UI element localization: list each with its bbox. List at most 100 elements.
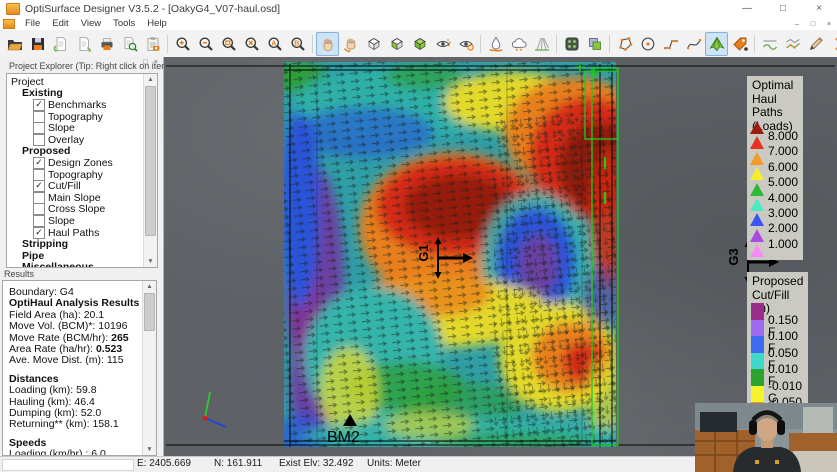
polyline-button[interactable] — [659, 32, 682, 56]
scroll-down-icon[interactable]: ▼ — [143, 444, 156, 455]
maximize-button[interactable]: □ — [765, 0, 801, 17]
unchecked-checkbox[interactable] — [33, 111, 45, 123]
zoom-extents-button[interactable] — [240, 32, 263, 56]
tree-item-benchmarks[interactable]: ✓Benchmarks — [9, 99, 143, 111]
print-icon — [99, 36, 115, 52]
export-button[interactable] — [72, 32, 95, 56]
child-minimize-button[interactable]: – — [789, 19, 805, 28]
tree-item-label: Main Slope — [48, 192, 101, 204]
tree-item-topography[interactable]: Topography — [9, 169, 143, 181]
pencil-button[interactable] — [804, 32, 827, 56]
tree-item-pipe[interactable]: Pipe — [9, 250, 143, 262]
preview-button[interactable] — [118, 32, 141, 56]
menu-tools[interactable]: Tools — [107, 18, 141, 29]
layers-button[interactable] — [583, 32, 606, 56]
scroll-up-icon[interactable]: ▲ — [144, 74, 157, 85]
section-multi-button[interactable] — [781, 32, 804, 56]
open-folder-button[interactable] — [3, 32, 26, 56]
tree-item-haul-paths[interactable]: ✓Haul Paths — [9, 227, 143, 239]
scroll-up-icon[interactable]: ▲ — [143, 281, 156, 292]
zoom-all-button[interactable]: A — [263, 32, 286, 56]
eye-dots-icon — [435, 36, 451, 52]
haul-legend-title-line: Optimal — [747, 79, 803, 93]
section-line-button[interactable] — [758, 32, 781, 56]
report-button[interactable] — [141, 32, 164, 56]
grid-cells-button[interactable] — [560, 32, 583, 56]
tree-scrollbar[interactable]: ▲ ▼ — [143, 74, 157, 267]
pan-button[interactable] — [316, 32, 339, 56]
results-line: Dumping (km): 52.0 — [9, 407, 141, 418]
tree-item-topography[interactable]: Topography — [9, 111, 143, 123]
cube-solid-button[interactable] — [408, 32, 431, 56]
scroll-thumb[interactable] — [144, 293, 155, 331]
tree-item-cut-fill[interactable]: ✓Cut/Fill — [9, 180, 143, 192]
map-viewport[interactable]: G1 G3 BM2 OptimalHaul Pat — [164, 57, 837, 457]
tree-item-miscellaneous[interactable]: Miscellaneous — [9, 262, 143, 269]
menu-edit[interactable]: Edit — [46, 18, 74, 29]
cube-left-button[interactable] — [385, 32, 408, 56]
terrain-button[interactable] — [705, 32, 728, 56]
scroll-thumb[interactable] — [145, 86, 156, 236]
tree-item-project[interactable]: Project — [9, 76, 143, 88]
circle-center-button[interactable] — [636, 32, 659, 56]
unchecked-checkbox[interactable] — [33, 203, 45, 215]
tree-item-proposed[interactable]: Proposed — [9, 146, 143, 158]
menu-view[interactable]: View — [75, 18, 107, 29]
zoom-back-button[interactable]: B — [286, 32, 309, 56]
tree-item-slope[interactable]: Slope — [9, 122, 143, 134]
panel-pin-close-icons[interactable]: □ × — [143, 57, 160, 66]
results-line: Loading (km): 59.8 — [9, 384, 141, 395]
checked-checkbox[interactable]: ✓ — [33, 180, 45, 192]
tree-item-label: Pipe — [22, 250, 44, 262]
tag-button[interactable] — [728, 32, 751, 56]
unchecked-checkbox[interactable] — [33, 192, 45, 204]
tree-item-cross-slope[interactable]: Cross Slope — [9, 204, 143, 216]
checked-checkbox[interactable]: ✓ — [33, 227, 45, 239]
tree-item-stripping[interactable]: Stripping — [9, 238, 143, 250]
unchecked-checkbox[interactable] — [33, 215, 45, 227]
haul-load-triangle-icon — [750, 229, 764, 242]
zoom-in-button[interactable] — [171, 32, 194, 56]
scroll-down-icon[interactable]: ▼ — [144, 256, 157, 267]
eye-dots-button[interactable] — [431, 32, 454, 56]
results-scrollbar[interactable]: ▲ ▼ — [142, 281, 156, 455]
haul-legend-value: 4.000 — [768, 192, 798, 204]
cloud-button[interactable] — [507, 32, 530, 56]
tree-item-overlay[interactable]: Overlay — [9, 134, 143, 146]
chevron-button[interactable] — [827, 32, 837, 56]
app-window: { "window": { "title": "OptiSurface Desi… — [0, 0, 837, 472]
cube-wire-button[interactable] — [362, 32, 385, 56]
water-drop-button[interactable] — [484, 32, 507, 56]
checked-checkbox[interactable]: ✓ — [33, 157, 45, 169]
furrows-button[interactable] — [530, 32, 553, 56]
unchecked-checkbox[interactable] — [33, 134, 45, 146]
child-restore-button[interactable]: □ — [805, 19, 821, 28]
pencil-icon — [808, 36, 824, 52]
child-close-button[interactable]: × — [821, 19, 837, 28]
map-canvas[interactable]: G1 G3 BM2 — [164, 57, 837, 457]
cutfill-legend-title-line: Proposed — [747, 275, 808, 289]
zoom-window-button[interactable] — [217, 32, 240, 56]
tree-item-design-zones[interactable]: ✓Design Zones — [9, 157, 143, 169]
tree-item-main-slope[interactable]: Main Slope — [9, 192, 143, 204]
minimize-button[interactable]: — — [729, 0, 765, 17]
menu-file[interactable]: File — [19, 18, 46, 29]
zoom-out-button[interactable] — [194, 32, 217, 56]
unchecked-checkbox[interactable] — [33, 169, 45, 181]
tree-item-slope[interactable]: Slope — [9, 215, 143, 227]
menu-help[interactable]: Help — [141, 18, 173, 29]
eye-ring-button[interactable] — [454, 32, 477, 56]
import-button[interactable] — [49, 32, 72, 56]
haul-legend-value: 2.000 — [768, 222, 798, 234]
pan-rotate-button[interactable] — [339, 32, 362, 56]
report-icon — [145, 36, 161, 52]
polygon-button[interactable] — [613, 32, 636, 56]
unchecked-checkbox[interactable] — [33, 122, 45, 134]
print-button[interactable] — [95, 32, 118, 56]
checked-checkbox[interactable]: ✓ — [33, 99, 45, 111]
spline-button[interactable] — [682, 32, 705, 56]
results-line: Speeds — [9, 437, 141, 448]
save-button[interactable] — [26, 32, 49, 56]
tree-item-existing[interactable]: Existing — [9, 88, 143, 100]
close-button[interactable]: × — [801, 0, 837, 17]
